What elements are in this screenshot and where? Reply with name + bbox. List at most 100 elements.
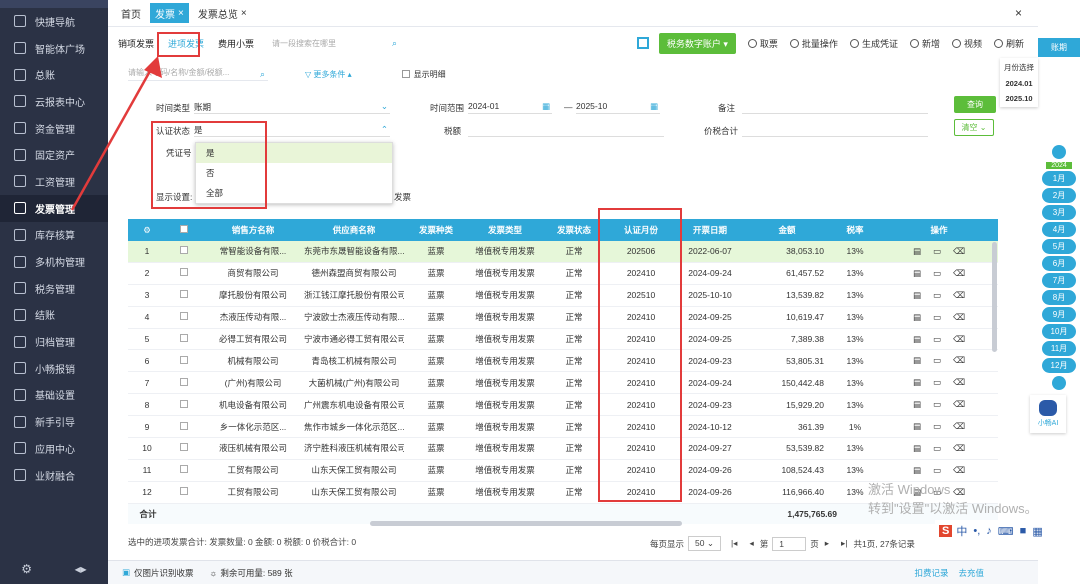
month-button[interactable]: 4月 [1042,222,1076,237]
batch-button[interactable]: 批量操作 [789,37,838,50]
toolbox-icon[interactable]: ▦ [1032,525,1042,538]
table-row[interactable]: 1 常智能设备有限... 东莞市东晟智能设备有限... 蓝票 增值税专用发票 正常 2025… [128,241,998,263]
month-to[interactable]: 2025.10 [1000,94,1038,103]
column-header[interactable]: 销售方名称 [202,224,304,236]
keyboard-icon[interactable]: ⌨ [998,525,1014,538]
chevron-up-icon[interactable] [1052,145,1066,159]
delete-icon[interactable]: ⌫ [953,246,965,256]
edit-icon[interactable]: ▭ [933,268,941,278]
view-icon[interactable]: ▤ [913,465,921,475]
settings-icon[interactable]: ⚙ [128,225,166,236]
search-icon[interactable]: ⌕ [260,69,265,80]
table-row[interactable]: 6 机械有限公司 青岛核工机械有限公司 蓝票 增值税专用发票 正常 202410 2024-0… [128,350,998,373]
next-page-icon[interactable]: ▸ [825,538,829,549]
row-checkbox[interactable] [180,487,188,496]
month-button[interactable]: 6月 [1042,256,1076,271]
view-icon[interactable]: ▤ [913,377,921,387]
edit-icon[interactable]: ▭ [933,334,941,344]
sidebar-item[interactable]: 新手引导 [0,408,108,435]
table-row[interactable]: 3 摩托股份有限公司 浙江钱江摩托股份有限公司 蓝票 增值税专用发票 正常 202510 20… [128,285,998,307]
view-icon[interactable]: ▤ [913,421,921,431]
sidebar-item[interactable]: 小畅报销 [0,355,108,382]
view-icon[interactable]: ▤ [913,443,921,453]
more-conditions-button[interactable]: ▽ 更多条件 ▴ [305,69,352,80]
table-row[interactable]: 7 (广州)有限公司 大菌机械(广州)有限公司 蓝票 增值税专用发票 正常 202410 20… [128,372,998,395]
ai-agent-button[interactable]: 小畅AI [1030,395,1066,433]
column-header[interactable]: 金额 [744,224,830,236]
sidebar-item[interactable]: 库存核算 [0,222,108,249]
month-button[interactable]: 3月 [1042,205,1076,220]
chevron-down-icon[interactable] [1052,376,1066,390]
view-icon[interactable]: ▤ [913,290,921,300]
voucher-button[interactable]: 生成凭证 [849,37,898,50]
ocr-link[interactable]: 仅图片识别收票 [134,567,194,579]
tab-invoice-overview[interactable]: 发票总览 × [193,3,252,23]
month-button[interactable]: 12月 [1042,358,1076,373]
row-checkbox[interactable] [180,290,188,299]
refresh-button[interactable]: 刷新 [993,37,1024,50]
row-checkbox[interactable] [180,312,188,321]
table-row[interactable]: 5 必得工贸有限公司 宁波市通必得工贸有限公司 蓝票 增值税专用发票 正常 202410 20… [128,329,998,351]
view-icon[interactable]: ▤ [913,246,921,256]
close-icon[interactable]: × [241,8,247,19]
skin-icon[interactable]: ■ [1020,525,1027,537]
collapse-icon[interactable]: ◂▸ [75,562,87,576]
view-icon[interactable]: ▤ [913,312,921,322]
edit-icon[interactable]: ▭ [933,355,941,365]
table-row[interactable]: 9 乡一体化示范区... 焦作市城乡一体化示范区... 蓝票 增值税专用发票 正常 2024… [128,416,998,439]
total-input[interactable] [742,121,928,137]
sidebar-item[interactable]: 应用中心 [0,435,108,462]
date-to-input[interactable]: 2025-10 ▦ [576,98,660,114]
window-close-icon[interactable]: × [1015,6,1022,20]
column-header[interactable]: 开票日期 [676,224,744,236]
sidebar-item[interactable]: 税务管理 [0,275,108,302]
row-checkbox[interactable] [180,246,188,255]
month-from[interactable]: 2024.01 [1000,79,1038,88]
close-icon[interactable]: × [178,8,184,19]
month-button[interactable]: 9月 [1042,307,1076,322]
view-icon[interactable]: ▤ [913,334,921,344]
delete-icon[interactable]: ⌫ [953,421,965,431]
row-checkbox[interactable] [180,377,188,386]
clear-button[interactable]: 清空 ⌄ [954,119,994,136]
period-header[interactable]: 账期 [1038,38,1080,57]
column-header[interactable]: 操作 [880,224,998,236]
query-button[interactable]: 查询 [954,96,996,113]
tax-account-button[interactable]: 税务数字账户 ▾ [658,32,736,54]
sidebar-item[interactable]: 多机构管理 [0,248,108,275]
month-button[interactable]: 10月 [1042,324,1076,339]
ime-lang[interactable]: 中 [956,523,967,539]
video-button[interactable]: 视频 [951,37,982,50]
row-checkbox[interactable] [180,443,188,452]
row-checkbox[interactable] [180,421,188,430]
column-header[interactable] [166,225,202,235]
fee-records-link[interactable]: 扣费记录 [914,567,948,579]
sidebar-item[interactable]: 归档管理 [0,328,108,355]
table-row[interactable]: 11 工贸有限公司 山东天保工贸有限公司 蓝票 增值税专用发票 正常 202410 2024-… [128,460,998,482]
edit-icon[interactable]: ▭ [933,377,941,387]
month-button[interactable]: 2月 [1042,188,1076,203]
sidebar-item[interactable]: 快捷导航 [0,8,108,35]
fetch-invoice-button[interactable]: 取票 [747,37,778,50]
month-button[interactable]: 8月 [1042,290,1076,305]
horizontal-scrollbar[interactable] [370,521,682,526]
time-type-select[interactable]: 账期 ⌄ [194,98,390,114]
edit-icon[interactable]: ▭ [933,246,941,256]
mic-icon[interactable]: ♪ [986,525,992,537]
prev-page-icon[interactable]: ◂ [749,538,753,549]
tax-input[interactable] [468,121,664,137]
table-row[interactable]: 2 商贸有限公司 德州森盟商贸有限公司 蓝票 增值税专用发票 正常 202410 2024-0… [128,263,998,285]
edit-icon[interactable]: ▭ [933,465,941,475]
select-all-checkbox[interactable] [180,225,188,233]
remark-input[interactable] [742,98,928,114]
month-button[interactable]: 11月 [1042,341,1076,356]
tab-home[interactable]: 首页 [116,3,146,23]
delete-icon[interactable]: ⌫ [953,268,965,278]
delete-icon[interactable]: ⌫ [953,399,965,409]
column-header[interactable]: 发票状态 [542,224,606,236]
delete-icon[interactable]: ⌫ [953,312,965,322]
sidebar-item[interactable]: 结账 [0,302,108,329]
date-from-input[interactable]: 2024-01 ▦ [468,98,552,114]
column-header[interactable]: 发票类型 [468,224,542,236]
punct-icon[interactable]: •, [973,525,980,537]
